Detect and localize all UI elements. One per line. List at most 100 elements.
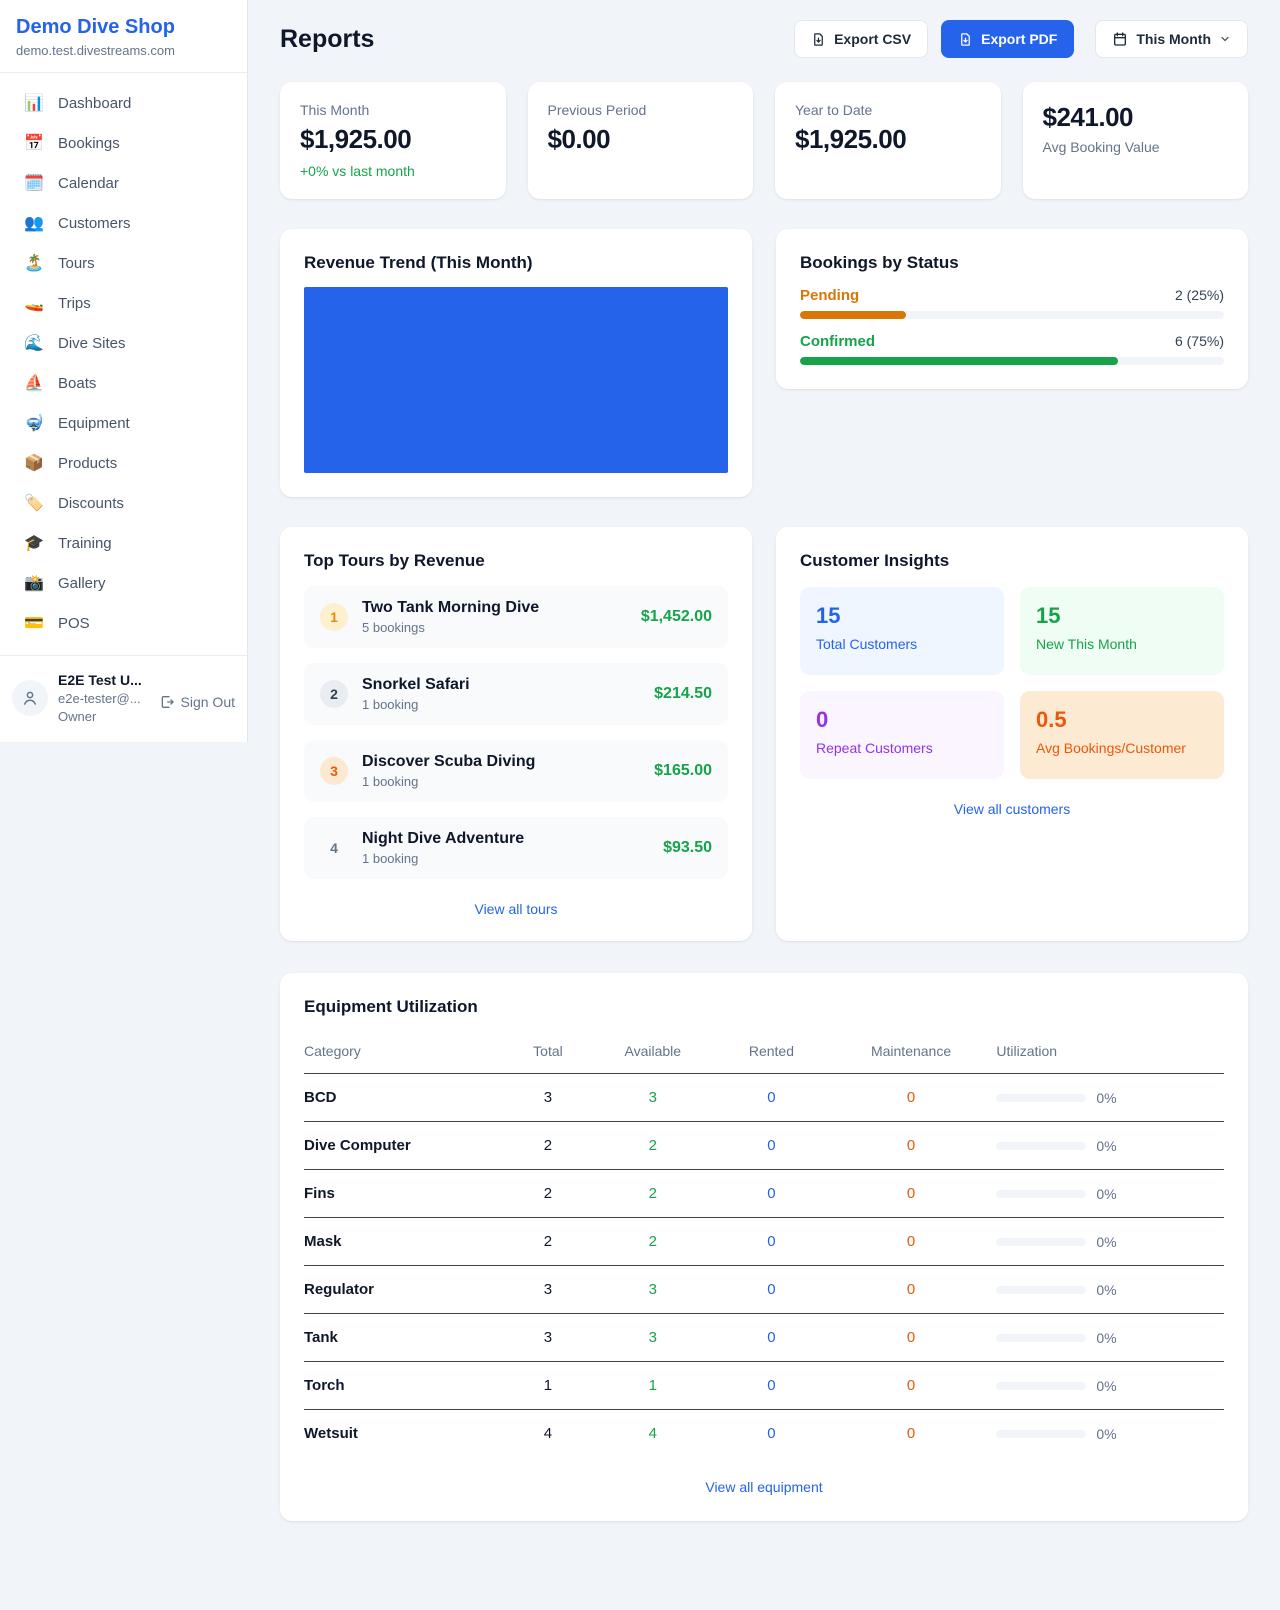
sidebar-item-products[interactable]: 📦Products [0, 443, 247, 483]
status-row-pending: Pending 2 (25%) [800, 287, 1224, 304]
cell-rented: 0 [717, 1170, 826, 1218]
cell-rented: 0 [717, 1314, 826, 1362]
sidebar-item-dashboard[interactable]: 📊Dashboard [0, 83, 247, 123]
table-row: Regulator 3 3 0 0 0% [304, 1266, 1224, 1314]
tour-bookings: 1 booking [362, 774, 640, 789]
cell-rented: 0 [717, 1410, 826, 1458]
utilization-pct: 0% [1096, 1186, 1116, 1202]
equipment-utilization-card: Equipment Utilization Category Total Ava… [280, 973, 1248, 1521]
package-icon: 📦 [24, 453, 44, 473]
utilization-bar [996, 1286, 1086, 1294]
tour-revenue: $165.00 [654, 762, 712, 780]
period-dropdown[interactable]: This Month [1095, 20, 1248, 58]
sidebar-item-training[interactable]: 🎓Training [0, 523, 247, 563]
cell-total: 2 [508, 1170, 589, 1218]
stat-value: $0.00 [548, 124, 734, 155]
tile-label: Total Customers [816, 636, 988, 652]
revenue-trend-chart [304, 287, 728, 473]
cell-available: 3 [588, 1074, 717, 1122]
export-pdf-button[interactable]: Export PDF [941, 20, 1074, 58]
page-header: Reports Export CSV Export PDF This Month [280, 20, 1248, 58]
sidebar-item-trips[interactable]: 🚤 Trips [0, 283, 247, 323]
cell-rented: 0 [717, 1362, 826, 1410]
chevron-down-icon [1219, 33, 1231, 45]
table-row: Mask 2 2 0 0 0% [304, 1218, 1224, 1266]
view-all-customers-link[interactable]: View all customers [800, 801, 1224, 817]
utilization-bar [996, 1334, 1086, 1342]
cell-category: Wetsuit [304, 1410, 508, 1458]
sidebar-item-equipment[interactable]: 🤿Equipment [0, 403, 247, 443]
sign-out-button[interactable]: Sign Out [159, 694, 235, 710]
utilization-pct: 0% [1096, 1138, 1116, 1154]
cell-total: 3 [508, 1074, 589, 1122]
cell-rented: 0 [717, 1074, 826, 1122]
sidebar-item-dive-sites[interactable]: 🌊Dive Sites [0, 323, 247, 363]
tag-icon: 🏷️ [24, 493, 44, 513]
status-count: 2 (25%) [1175, 287, 1224, 303]
view-all-tours-link[interactable]: View all tours [304, 901, 728, 917]
utilization-cell: 0% [996, 1186, 1216, 1202]
customer-insights-card: Customer Insights 15 Total Customers 15 … [776, 527, 1248, 941]
cell-category: Fins [304, 1170, 508, 1218]
sidebar-item-gallery[interactable]: 📸Gallery [0, 563, 247, 603]
view-all-equipment-link[interactable]: View all equipment [304, 1479, 1224, 1495]
sidebar-item-pos[interactable]: 💳POS [0, 603, 247, 643]
table-row: Dive Computer 2 2 0 0 0% [304, 1122, 1224, 1170]
tour-info: Snorkel Safari 1 booking [362, 676, 640, 712]
tour-name: Discover Scuba Diving [362, 753, 640, 771]
stat-label: Year to Date [795, 102, 981, 118]
table-row: Wetsuit 4 4 0 0 0% [304, 1410, 1224, 1458]
col-rented: Rented [717, 1031, 826, 1074]
cell-available: 2 [588, 1122, 717, 1170]
sidebar-item-boats[interactable]: ⛵Boats [0, 363, 247, 403]
sidebar: Demo Dive Shop demo.test.divestreams.com… [0, 0, 248, 742]
tour-info: Two Tank Morning Dive 5 bookings [362, 599, 627, 635]
utilization-bar [996, 1094, 1086, 1102]
sidebar-item-label: Dive Sites [58, 335, 126, 352]
sidebar-item-bookings[interactable]: 📅Bookings [0, 123, 247, 163]
cell-available: 3 [588, 1314, 717, 1362]
sidebar-item-label: POS [58, 615, 90, 632]
utilization-bar [996, 1382, 1086, 1390]
tile-new-this-month: 15 New This Month [1020, 587, 1224, 675]
tour-revenue: $93.50 [663, 839, 712, 857]
equipment-utilization-title: Equipment Utilization [304, 997, 1224, 1017]
tour-row: 3 Discover Scuba Diving 1 booking $165.0… [304, 740, 728, 802]
cell-rented: 0 [717, 1122, 826, 1170]
insights-row: Top Tours by Revenue 1 Two Tank Morning … [280, 527, 1248, 941]
page-title: Reports [280, 25, 374, 54]
cell-category: Tank [304, 1314, 508, 1362]
export-csv-button[interactable]: Export CSV [794, 20, 928, 58]
insight-grid: 15 Total Customers 15 New This Month 0 R… [800, 587, 1224, 779]
tile-value: 0.5 [1036, 707, 1208, 733]
sidebar-item-calendar[interactable]: 🗓️Calendar [0, 163, 247, 203]
speedboat-icon: 🚤 [24, 293, 44, 313]
col-utilization: Utilization [996, 1031, 1224, 1074]
table-row: Fins 2 2 0 0 0% [304, 1170, 1224, 1218]
cell-category: Regulator [304, 1266, 508, 1314]
tour-name: Snorkel Safari [362, 676, 640, 694]
status-count: 6 (75%) [1175, 333, 1224, 349]
utilization-cell: 0% [996, 1090, 1216, 1106]
tile-label: New This Month [1036, 636, 1208, 652]
tile-total-customers: 15 Total Customers [800, 587, 1004, 675]
sidebar-item-customers[interactable]: 👥Customers [0, 203, 247, 243]
avatar [12, 680, 48, 716]
cell-available: 2 [588, 1218, 717, 1266]
user-area: E2E Test U... e2e-tester@... Owner Sign … [0, 655, 247, 742]
cell-maintenance: 0 [826, 1410, 997, 1458]
user-email: e2e-tester@... [58, 691, 149, 706]
sidebar-item-discounts[interactable]: 🏷️Discounts [0, 483, 247, 523]
utilization-cell: 0% [996, 1330, 1216, 1346]
utilization-pct: 0% [1096, 1330, 1116, 1346]
status-bar-fill [800, 357, 1118, 365]
diving-mask-icon: 🤿 [24, 413, 44, 433]
utilization-bar [996, 1190, 1086, 1198]
status-bar-fill [800, 311, 906, 319]
main-content: Reports Export CSV Export PDF This Month… [248, 0, 1280, 1561]
cell-maintenance: 0 [826, 1122, 997, 1170]
sidebar-item-tours[interactable]: 🏝️Tours [0, 243, 247, 283]
sidebar-item-label: Calendar [58, 175, 119, 192]
rank-badge: 2 [320, 680, 348, 708]
sidebar-item-label: Trips [58, 295, 91, 312]
